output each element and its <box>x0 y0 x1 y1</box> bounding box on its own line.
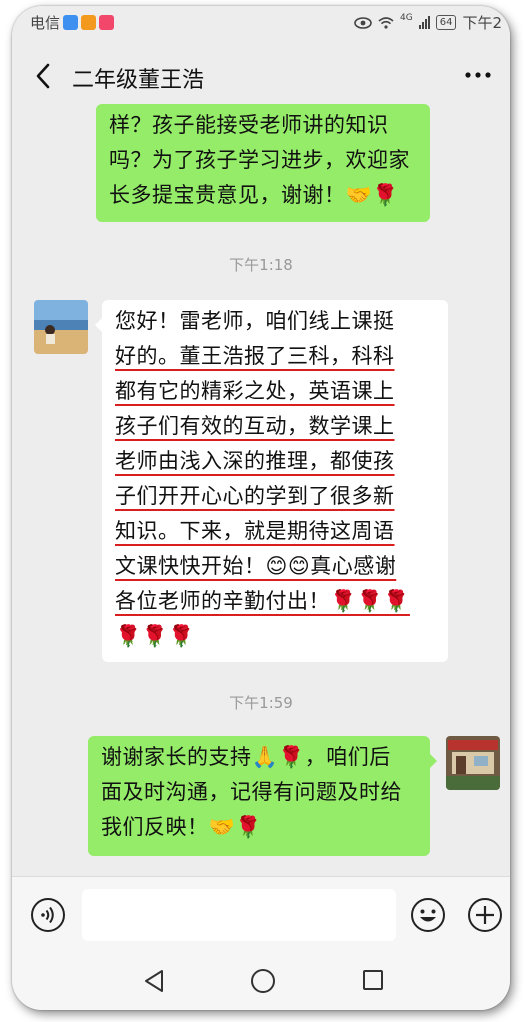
network-type: 4G <box>400 12 413 23</box>
message-line: 样？孩子能接受老师讲的知识 <box>109 113 389 137</box>
mail-app-icon <box>99 15 115 30</box>
nav-home-icon[interactable] <box>250 968 276 994</box>
nav-recent-icon[interactable] <box>362 969 384 991</box>
input-bar <box>12 876 510 953</box>
message-line: 吗？为了孩子学习进步，欢迎家 <box>109 148 410 172</box>
chevron-left-icon[interactable] <box>32 62 56 90</box>
message-input[interactable] <box>82 889 396 941</box>
avatar-image <box>34 300 88 354</box>
clock: 下午2 <box>462 14 502 32</box>
message-bubble-sent[interactable]: 样？孩子能接受老师讲的知识 吗？为了孩子学习进步，欢迎家 长多提宝贵意见，谢谢！… <box>96 104 430 222</box>
message-line-underlined: 文课快快开始！😊😊真心感谢 <box>115 554 397 578</box>
eye-icon <box>354 16 372 29</box>
phone-screen: 电信 4G 64 下午2 二年级董王浩 样？孩子能接受老师讲的知识 吗？为了孩子… <box>12 6 510 1010</box>
wifi-icon <box>378 17 394 29</box>
message-line-underlined: 子们开开心心的学到了很多新 <box>115 484 395 508</box>
chat-title: 二年级董王浩 <box>72 68 205 93</box>
signal-icon <box>418 16 430 29</box>
more-dots-icon[interactable] <box>464 65 492 85</box>
voice-icon[interactable] <box>30 897 66 933</box>
message-bubble-sent[interactable]: 谢谢家长的支持🙏🌹，咱们后 面及时沟通，记得有问题及时给 我们反映！🤝🌹 <box>88 736 437 856</box>
avatar-image <box>446 736 500 790</box>
message-line-underlined: 老师由浅入深的推理，都使孩 <box>115 449 395 473</box>
message-line: 长多提宝贵意见，谢谢！🤝🌹 <box>109 183 399 207</box>
message-bubble-received[interactable]: 您好！雷老师，咱们线上课挺 好的。董王浩报了三科，科科 都有它的精彩之处，英语课… <box>95 300 448 662</box>
status-bar: 电信 4G 64 下午2 <box>12 6 510 36</box>
timestamp: 下午1:18 <box>229 256 293 274</box>
message-line-underlined: 好的。董王浩报了三科，科科 <box>115 344 395 368</box>
message-list: 样？孩子能接受老师讲的知识 吗？为了孩子学习进步，欢迎家 长多提宝贵意见，谢谢！… <box>12 104 510 876</box>
carrier-label: 电信 <box>30 14 61 32</box>
message-line: 面及时沟通，记得有问题及时给 <box>101 780 402 804</box>
message-line: 我们反映！🤝🌹 <box>101 815 262 839</box>
message-line-underlined: 孩子们有效的互动，数学课上 <box>115 414 395 438</box>
battery-indicator: 64 <box>435 15 457 30</box>
message-line: 🌹🌹🌹 <box>115 624 195 648</box>
avatar-parent[interactable] <box>34 300 88 354</box>
message-line-underlined: 知识。下来，就是期待这周语 <box>115 519 395 543</box>
app-notification-icon <box>63 15 79 30</box>
message-line-underlined: 都有它的精彩之处，英语课上 <box>115 379 395 403</box>
timestamp: 下午1:59 <box>229 694 293 712</box>
avatar-self[interactable] <box>446 736 500 790</box>
chat-header: 二年级董王浩 <box>12 48 510 104</box>
navigation-bar <box>12 952 510 1010</box>
nav-back-icon[interactable] <box>142 968 166 994</box>
message-line-underlined: 各位老师的辛勤付出！🌹🌹🌹 <box>115 589 410 613</box>
message-line: 您好！雷老师，咱们线上课挺 <box>115 309 395 333</box>
emoji-icon[interactable] <box>410 897 446 933</box>
video-app-icon <box>81 15 97 30</box>
message-line: 谢谢家长的支持🙏🌹，咱们后 <box>101 745 391 769</box>
plus-icon[interactable] <box>467 897 503 933</box>
